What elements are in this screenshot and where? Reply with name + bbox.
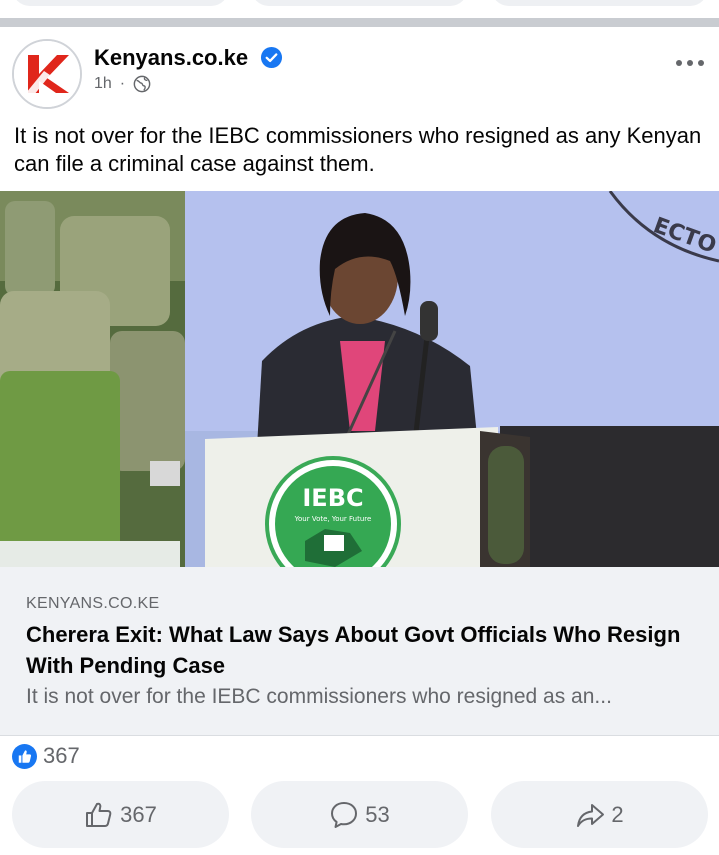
post-actions: 367 53 2	[0, 781, 719, 849]
share-icon	[577, 803, 605, 827]
more-options-icon[interactable]	[675, 57, 705, 69]
previous-action-pill[interactable]	[251, 0, 468, 6]
post-photo[interactable]: ECTO IEBC Your Vote, Your Future	[0, 191, 719, 567]
meta-separator: ·	[119, 75, 126, 92]
comment-icon	[331, 801, 358, 828]
link-title[interactable]: Cherera Exit: What Law Says About Govt O…	[26, 619, 706, 681]
reactions-summary[interactable]: 367	[12, 743, 80, 769]
reaction-count[interactable]: 367	[43, 743, 80, 769]
feed-separator	[0, 18, 719, 27]
post-time[interactable]: 1h	[94, 75, 112, 93]
like-count: 367	[120, 801, 157, 827]
link-preview[interactable]: KENYANS.CO.KE Cherera Exit: What Law Say…	[0, 567, 719, 736]
globe-icon[interactable]	[133, 75, 151, 93]
page-name[interactable]: Kenyans.co.ke	[94, 45, 248, 71]
link-description: It is not over for the IEBC commissioner…	[26, 685, 612, 708]
share-count: 2	[611, 801, 624, 827]
post-header: Kenyans.co.ke 1h ·	[0, 27, 719, 122]
podium-slogan: Your Vote, Your Future	[294, 515, 372, 523]
comment-button[interactable]: 53	[251, 781, 468, 848]
page-avatar[interactable]	[12, 39, 82, 109]
post-caption: It is not over for the IEBC commissioner…	[14, 123, 702, 176]
share-button[interactable]: 2	[491, 781, 708, 848]
speaker-at-podium-image: ECTO IEBC Your Vote, Your Future	[0, 191, 719, 567]
like-reaction-icon	[12, 743, 37, 769]
kenyans-logo-icon	[14, 41, 80, 107]
verified-badge-icon	[260, 46, 283, 69]
like-button[interactable]: 367	[12, 781, 229, 848]
post-meta: 1h ·	[94, 75, 151, 93]
previous-action-pill[interactable]	[491, 0, 708, 6]
podium-logo-text: IEBC	[302, 484, 363, 512]
thumbs-up-icon	[86, 802, 112, 827]
comment-count: 53	[365, 801, 390, 827]
previous-action-pill[interactable]	[12, 0, 229, 6]
previous-post-actions	[0, 0, 719, 10]
link-domain: KENYANS.CO.KE	[26, 595, 160, 612]
